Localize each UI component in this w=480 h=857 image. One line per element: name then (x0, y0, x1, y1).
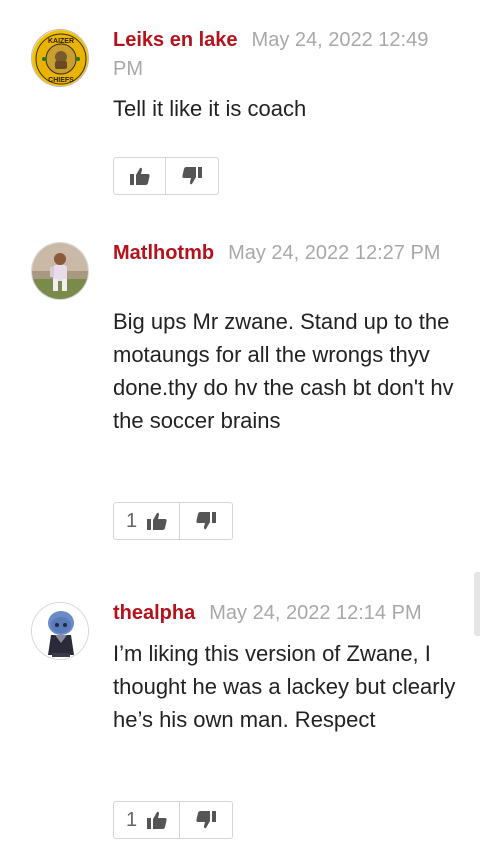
thumbs-up-icon (129, 167, 150, 185)
avatar[interactable]: KAIZER CHIEFS (31, 29, 89, 87)
comment-meta: Matlhotmb May 24, 2022 12:27 PM (113, 239, 458, 268)
comment-author[interactable]: thealpha (113, 602, 195, 624)
comment-meta: thealpha May 24, 2022 12:14 PM (113, 599, 458, 628)
comment-text: Big ups Mr zwane. Stand up to the motaun… (113, 309, 454, 433)
thumbs-down-icon (196, 512, 217, 530)
comment-date[interactable]: May 24, 2022 12:14 PM (209, 602, 421, 624)
kaizer-chiefs-logo-icon: KAIZER CHIEFS (32, 30, 88, 86)
comment-meta: Leiks en lake May 24, 2022 12:49 PM (113, 26, 458, 84)
comment-date[interactable]: May 24, 2022 12:27 PM (228, 242, 440, 264)
vote-buttons: 1 (113, 801, 234, 839)
megamind-icon (32, 603, 88, 659)
thumbs-up-icon (147, 512, 167, 530)
scrollbar-thumb[interactable] (474, 572, 480, 636)
comment-text: Tell it like it is coach (113, 96, 307, 121)
upvote-button[interactable] (114, 158, 166, 194)
logo-text-bottom: CHIEFS (48, 77, 74, 84)
vote-buttons (113, 157, 219, 195)
thumbs-down-icon (182, 167, 202, 185)
comment-text: I’m liking this version of Zwane, I thou… (113, 641, 456, 732)
upvote-button[interactable]: 1 (114, 503, 181, 539)
avatar[interactable] (31, 242, 89, 300)
avatar[interactable] (31, 602, 89, 660)
thumbs-down-icon (196, 811, 217, 829)
upvote-count: 1 (126, 509, 138, 532)
upvote-button[interactable]: 1 (114, 802, 181, 838)
comment-author[interactable]: Matlhotmb (113, 242, 214, 264)
logo-text-top: KAIZER (48, 38, 74, 45)
upvote-count: 1 (126, 808, 138, 831)
comment-author[interactable]: Leiks en lake (113, 29, 238, 51)
downvote-button[interactable] (180, 503, 232, 539)
downvote-button[interactable] (180, 802, 232, 838)
vote-buttons: 1 (113, 502, 234, 540)
child-photo-icon (32, 243, 88, 299)
thumbs-up-icon (147, 811, 167, 829)
downvote-button[interactable] (166, 158, 218, 194)
